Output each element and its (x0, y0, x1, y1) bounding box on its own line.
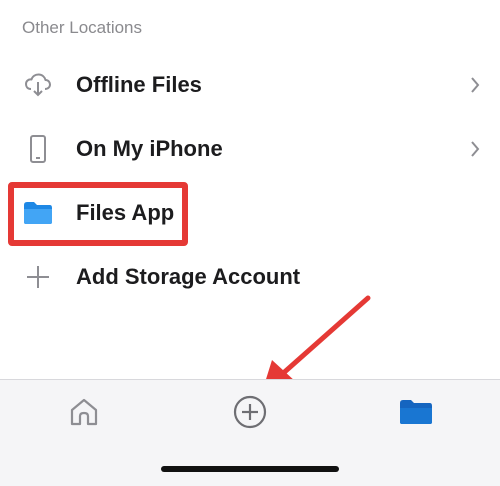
folder-icon (397, 397, 435, 432)
row-on-my-iphone[interactable]: On My iPhone (0, 119, 500, 179)
add-circle-icon (231, 393, 269, 436)
tab-files[interactable] (394, 392, 438, 436)
home-indicator[interactable] (161, 466, 339, 472)
chevron-right-icon (468, 139, 482, 159)
phone-icon (20, 131, 56, 167)
tab-home[interactable] (62, 392, 106, 436)
home-icon (66, 394, 102, 435)
tab-add[interactable] (228, 392, 272, 436)
plus-icon (20, 259, 56, 295)
chevron-right-icon (468, 75, 482, 95)
row-label: Add Storage Account (76, 264, 301, 289)
row-offline-files[interactable]: Offline Files (0, 55, 500, 115)
cloud-download-icon (20, 67, 56, 103)
highlight-box (8, 182, 188, 246)
section-header: Other Locations (22, 18, 143, 37)
row-label: On My iPhone (76, 136, 223, 161)
row-label: Offline Files (76, 72, 202, 97)
